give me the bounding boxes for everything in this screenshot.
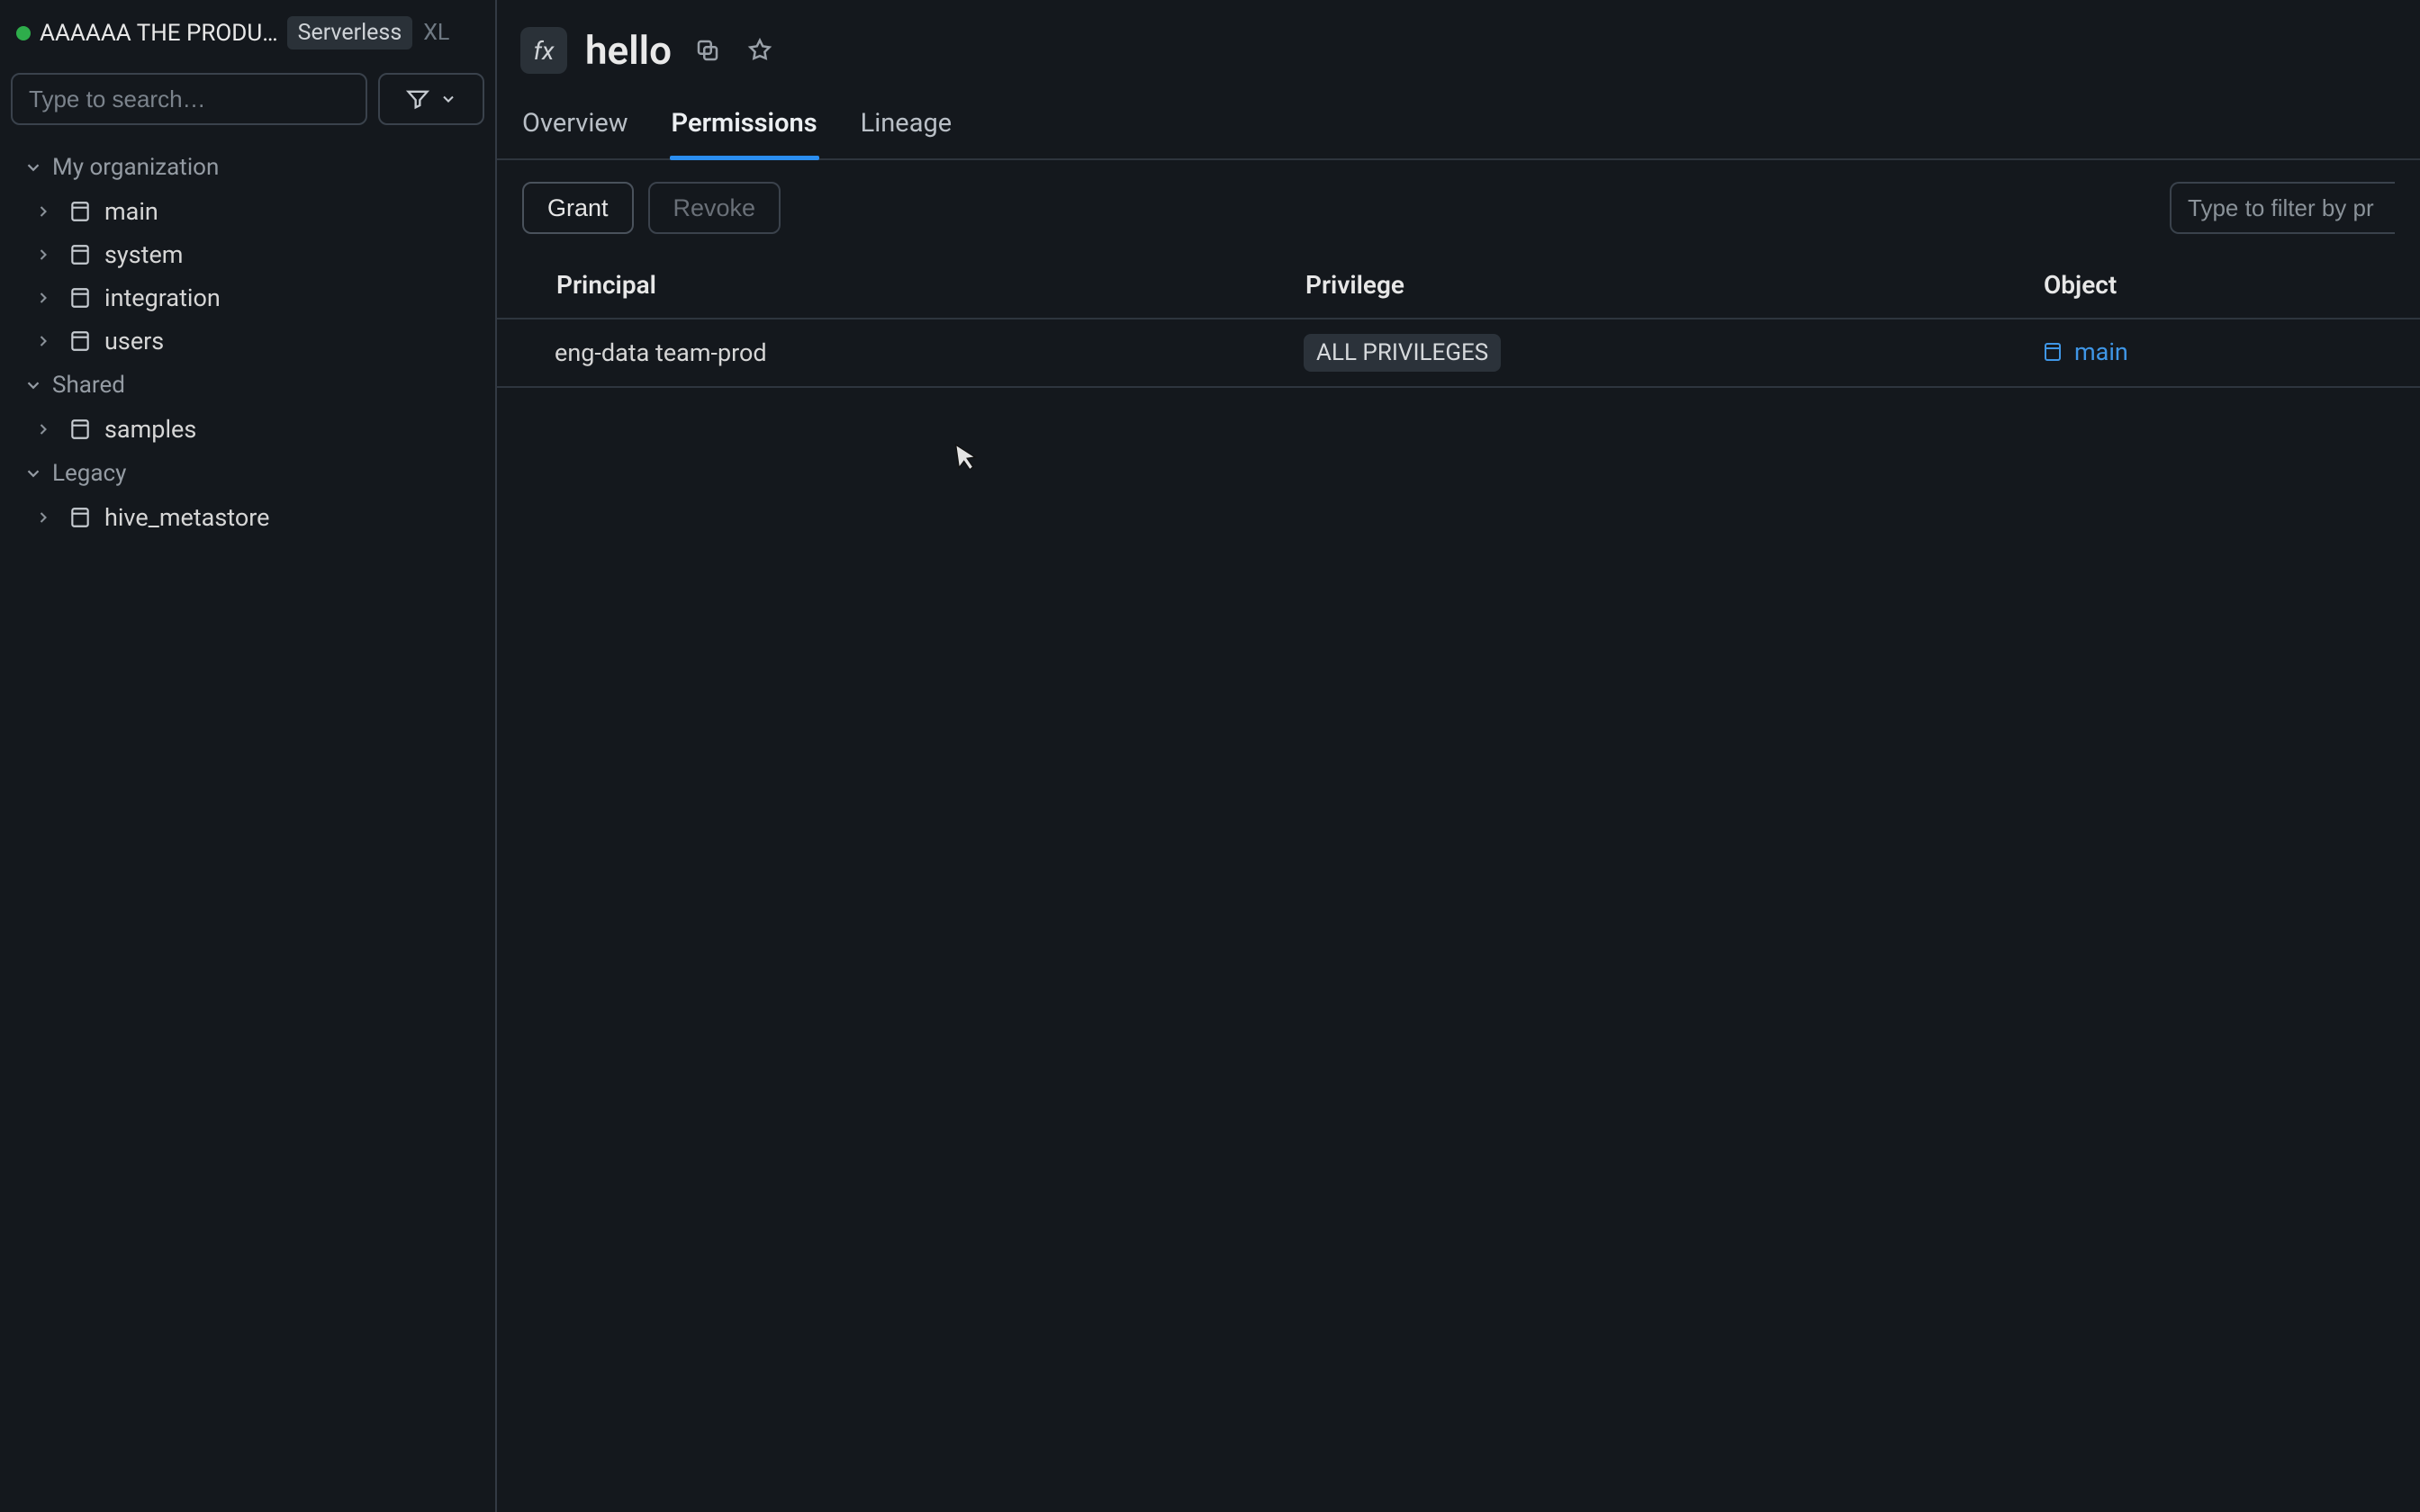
title-row: fx hello [497,16,2420,95]
tree-item-label: samples [104,415,196,444]
tree-group-label: Shared [52,372,125,399]
tree-item-users[interactable]: users [0,320,495,363]
privilege-badge: ALL PRIVILEGES [1304,334,1501,372]
chevron-right-icon [34,289,52,307]
status-dot-icon [16,26,31,40]
search-input[interactable] [11,73,367,125]
chevron-down-icon [439,90,457,108]
chevron-right-icon [34,202,52,220]
workspace-size: XL [421,20,449,46]
tab-overview[interactable]: Overview [522,95,628,158]
chevron-right-icon [34,246,52,264]
star-icon[interactable] [742,32,778,68]
chevron-right-icon [34,420,52,438]
workspace-name: AAAAAA THE PRODU… [40,20,278,47]
chevron-down-icon [23,158,43,177]
revoke-button[interactable]: Revoke [648,182,781,234]
chevron-down-icon [23,464,43,483]
catalog-icon [68,329,92,353]
tree-item-label: main [104,197,158,226]
tabs: Overview Permissions Lineage [497,95,2420,160]
catalog-icon [68,506,92,529]
copy-icon[interactable] [690,32,726,68]
grant-button[interactable]: Grant [522,182,634,234]
tree-item-label: system [104,240,183,269]
tree-item-label: hive_metastore [104,503,269,532]
tree-item-system[interactable]: system [0,233,495,276]
main-pane: fx hello Overview Permissions Lineage [497,0,2420,1512]
col-object: Object [2042,270,2420,300]
object-link-label: main [2074,338,2128,366]
catalog-icon [68,243,92,266]
tree-group-label: Legacy [52,460,126,487]
filter-input[interactable] [2170,182,2395,234]
tree-item-samples[interactable]: samples [0,408,495,451]
col-privilege: Privilege [1304,270,2042,300]
table-row[interactable]: eng-data team-prod ALL PRIVILEGES main [497,320,2420,388]
workspace-row[interactable]: AAAAAA THE PRODU… Serverless XL [0,9,495,62]
tree-group-label: My organization [52,154,219,181]
tree-item-main[interactable]: main [0,190,495,233]
tree-item-label: integration [104,284,221,312]
function-icon: fx [520,27,567,74]
col-principal: Principal [555,270,1304,300]
chevron-right-icon [34,508,52,526]
catalog-icon [68,286,92,310]
catalog-icon [68,418,92,441]
table-header-row: Principal Privilege Object [497,252,2420,320]
tree-group-shared[interactable]: Shared [0,363,495,408]
chevron-down-icon [23,375,43,395]
object-link[interactable]: main [2042,338,2128,366]
sidebar: AAAAAA THE PRODU… Serverless XL [0,0,497,1512]
tree-item-label: users [104,327,164,356]
catalog-tree: My organization main system [0,141,495,543]
page-title: hello [585,27,672,74]
workspace-badge: Serverless [287,16,413,50]
chevron-right-icon [34,332,52,350]
cell-principal: eng-data team-prod [555,338,1304,367]
funnel-icon [405,86,430,112]
permissions-table: Principal Privilege Object eng-data team… [497,252,2420,388]
permissions-toolbar: Grant Revoke [497,160,2420,252]
catalog-icon [68,200,92,223]
catalog-icon [2042,341,2063,363]
tree-group-legacy[interactable]: Legacy [0,451,495,496]
tree-item-hive-metastore[interactable]: hive_metastore [0,496,495,539]
tab-lineage[interactable]: Lineage [861,95,953,158]
tree-item-integration[interactable]: integration [0,276,495,320]
search-row [0,62,495,141]
tab-permissions[interactable]: Permissions [672,95,817,158]
tree-group-my-organization[interactable]: My organization [0,145,495,190]
filter-button[interactable] [378,73,484,125]
